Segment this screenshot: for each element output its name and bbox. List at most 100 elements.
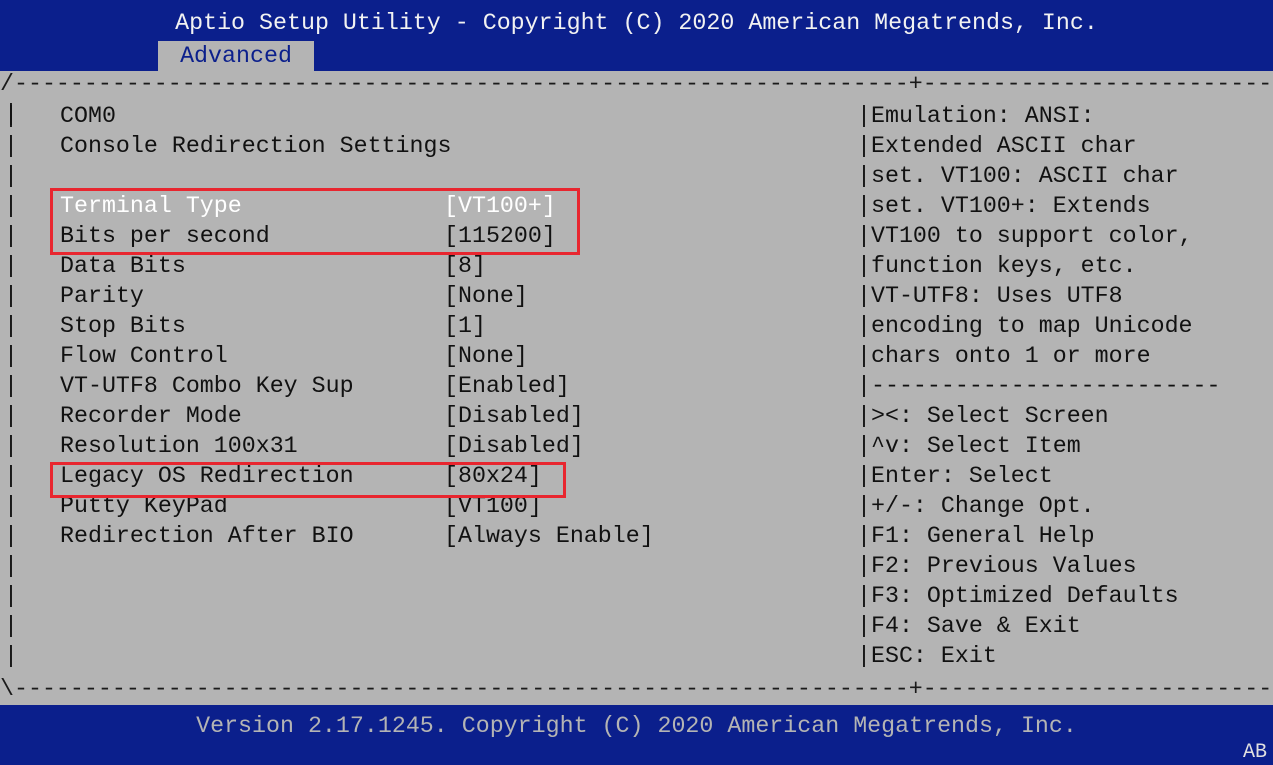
help-line: |function keys, etc. xyxy=(857,251,1273,281)
option-redirection-after-bios[interactable]: | Redirection After BIO [Always Enable] xyxy=(0,521,855,551)
key-hint-text: |F1: General Help xyxy=(857,523,1095,549)
option-vt-utf8-combo-key[interactable]: | VT-UTF8 Combo Key Sup [Enabled] xyxy=(0,371,855,401)
blank-row: | xyxy=(0,611,855,641)
frame-pipe: | xyxy=(4,463,18,489)
option-value[interactable]: [115200] xyxy=(444,221,556,251)
key-hint-text: |+/-: Change Opt. xyxy=(857,493,1095,519)
option-resolution[interactable]: | Resolution 100x31 [Disabled] xyxy=(0,431,855,461)
help-text: |function keys, etc. xyxy=(857,253,1137,279)
option-value[interactable]: [80x24] xyxy=(444,461,542,491)
key-hint-text: |><: Select Screen xyxy=(857,403,1109,429)
option-value[interactable]: [Always Enable] xyxy=(444,521,654,551)
frame-pipe: | xyxy=(4,103,18,129)
frame-pipe: | xyxy=(4,523,18,549)
key-hint: |F3: Optimized Defaults xyxy=(857,581,1273,611)
footer-bar: Version 2.17.1245. Copyright (C) 2020 Am… xyxy=(0,705,1273,765)
section-title: COM0 xyxy=(60,103,116,129)
option-data-bits[interactable]: | Data Bits [8] xyxy=(0,251,855,281)
help-line: |VT-UTF8: Uses UTF8 xyxy=(857,281,1273,311)
option-label: Flow Control xyxy=(60,343,228,369)
option-label: Recorder Mode xyxy=(60,403,242,429)
option-stop-bits[interactable]: | Stop Bits [1] xyxy=(0,311,855,341)
help-text: |set. VT100+: Extends xyxy=(857,193,1151,219)
section-subtitle: Console Redirection Settings xyxy=(60,133,452,159)
help-text: |VT100 to support color, xyxy=(857,223,1193,249)
blank-row: | xyxy=(0,641,855,671)
help-text: |encoding to map Unicode xyxy=(857,313,1193,339)
key-hint-text: |F2: Previous Values xyxy=(857,553,1137,579)
frame-pipe: | xyxy=(4,163,18,189)
frame-pipe: | xyxy=(4,193,18,219)
option-label: Terminal Type xyxy=(60,193,242,219)
key-hint-text: |F4: Save & Exit xyxy=(857,613,1081,639)
help-line: |chars onto 1 or more xyxy=(857,341,1273,371)
blank-row: | xyxy=(0,581,855,611)
help-text: |Emulation: ANSI: xyxy=(857,103,1095,129)
option-value[interactable]: [None] xyxy=(444,281,528,311)
blank-row: | xyxy=(0,161,855,191)
help-text: |set. VT100: ASCII char xyxy=(857,163,1179,189)
option-value[interactable]: [1] xyxy=(444,311,486,341)
option-value[interactable]: [VT100] xyxy=(444,491,542,521)
option-value[interactable]: [Enabled] xyxy=(444,371,570,401)
option-legacy-os-redirection[interactable]: | Legacy OS Redirection [80x24] xyxy=(0,461,855,491)
option-putty-keypad[interactable]: | Putty KeyPad [VT100] xyxy=(0,491,855,521)
key-hint: |F2: Previous Values xyxy=(857,551,1273,581)
help-divider: |------------------------- xyxy=(857,371,1273,401)
frame-pipe: | xyxy=(4,553,18,579)
option-label: VT-UTF8 Combo Key Sup xyxy=(60,373,354,399)
frame-pipe: | xyxy=(4,433,18,459)
key-hint: |+/-: Change Opt. xyxy=(857,491,1273,521)
frame-pipe: | xyxy=(4,373,18,399)
section-title-row: | COM0 xyxy=(0,101,855,131)
option-value[interactable]: [Disabled] xyxy=(444,401,584,431)
frame-pipe: | xyxy=(4,613,18,639)
option-value[interactable]: [8] xyxy=(444,251,486,281)
key-hint: |ESC: Exit xyxy=(857,641,1273,671)
key-hint-text: |ESC: Exit xyxy=(857,643,997,669)
option-label: Data Bits xyxy=(60,253,186,279)
option-value[interactable]: [None] xyxy=(444,341,528,371)
help-line: |encoding to map Unicode xyxy=(857,311,1273,341)
option-label: Resolution 100x31 xyxy=(60,433,298,459)
frame-bottom-border: \---------------------------------------… xyxy=(0,676,1273,702)
frame-pipe: | xyxy=(4,253,18,279)
option-value[interactable]: [VT100+] xyxy=(444,191,556,221)
help-line: |Emulation: ANSI: xyxy=(857,101,1273,131)
option-label: Stop Bits xyxy=(60,313,186,339)
key-hint: |^v: Select Item xyxy=(857,431,1273,461)
frame-pipe: | xyxy=(4,493,18,519)
option-terminal-type[interactable]: | Terminal Type [VT100+] xyxy=(0,191,855,221)
help-text: |Extended ASCII char xyxy=(857,133,1137,159)
key-hint-text: |^v: Select Item xyxy=(857,433,1081,459)
help-line: |VT100 to support color, xyxy=(857,221,1273,251)
tab-advanced[interactable]: Advanced xyxy=(158,41,314,71)
frame-pipe: | xyxy=(4,643,18,669)
key-hint: |><: Select Screen xyxy=(857,401,1273,431)
version-text: Version 2.17.1245. Copyright (C) 2020 Am… xyxy=(196,713,1077,739)
option-label: Putty KeyPad xyxy=(60,493,228,519)
option-value[interactable]: [Disabled] xyxy=(444,431,584,461)
option-bits-per-second[interactable]: | Bits per second [115200] xyxy=(0,221,855,251)
help-line: |set. VT100+: Extends xyxy=(857,191,1273,221)
option-recorder-mode[interactable]: | Recorder Mode [Disabled] xyxy=(0,401,855,431)
help-line: |Extended ASCII char xyxy=(857,131,1273,161)
help-line: |set. VT100: ASCII char xyxy=(857,161,1273,191)
frame-pipe: | xyxy=(4,223,18,249)
frame-pipe: | xyxy=(4,313,18,339)
option-parity[interactable]: | Parity [None] xyxy=(0,281,855,311)
frame-top-border: /---------------------------------------… xyxy=(0,71,1273,97)
frame-pipe: | xyxy=(4,343,18,369)
option-label: Parity xyxy=(60,283,144,309)
help-text: |chars onto 1 or more xyxy=(857,343,1151,369)
key-hint: |F1: General Help xyxy=(857,521,1273,551)
option-flow-control[interactable]: | Flow Control [None] xyxy=(0,341,855,371)
frame-pipe: | xyxy=(4,403,18,429)
frame-pipe: | xyxy=(4,283,18,309)
option-label: Legacy OS Redirection xyxy=(60,463,354,489)
frame-pipe: | xyxy=(4,583,18,609)
section-subtitle-row: | Console Redirection Settings xyxy=(0,131,855,161)
title-bar: Aptio Setup Utility - Copyright (C) 2020… xyxy=(0,0,1273,71)
ab-indicator: AB xyxy=(1242,741,1267,764)
blank-row: | xyxy=(0,551,855,581)
